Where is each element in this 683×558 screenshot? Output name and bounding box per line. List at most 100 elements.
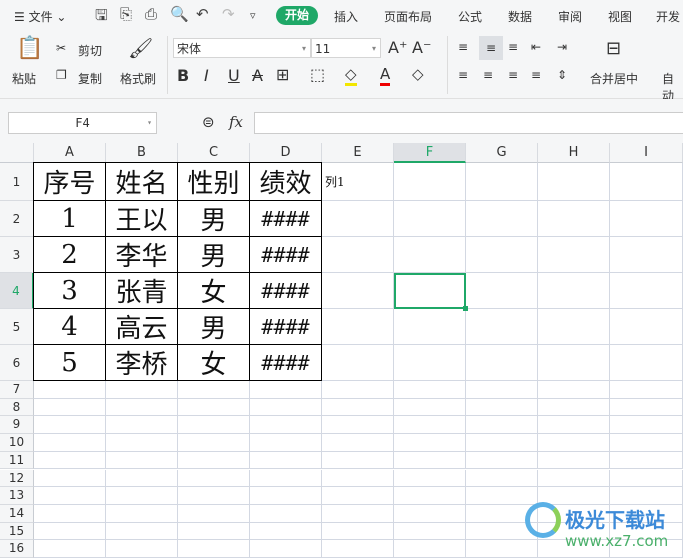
cell-G9[interactable] — [466, 416, 538, 435]
cell-D3[interactable]: #### — [249, 236, 322, 273]
cell-D2[interactable]: #### — [249, 200, 322, 237]
cell-C12[interactable] — [178, 469, 250, 488]
cell-D1[interactable]: 绩效 — [249, 162, 322, 201]
tab-developer[interactable]: 开发 — [656, 8, 680, 25]
align-middle-icon[interactable]: ≡ — [479, 36, 503, 60]
align-right-icon[interactable]: ≡ — [508, 68, 518, 82]
cell-B4[interactable]: 张青 — [105, 272, 178, 309]
justify-icon[interactable]: ≡ — [531, 68, 541, 82]
align-center-icon[interactable]: ≡ — [483, 68, 493, 82]
row-header-8[interactable]: 8 — [0, 398, 34, 417]
cell-E5[interactable] — [322, 309, 394, 345]
cell-I9[interactable] — [610, 416, 683, 435]
cell-H8[interactable] — [538, 398, 610, 417]
cell-I5[interactable] — [610, 309, 683, 345]
cell-C7[interactable] — [178, 381, 250, 399]
cell-I2[interactable] — [610, 201, 683, 237]
cell-H11[interactable] — [538, 451, 610, 470]
align-bottom-icon[interactable]: ≡ — [508, 40, 518, 54]
cell-B8[interactable] — [106, 398, 178, 417]
cell-I6[interactable] — [610, 345, 683, 381]
column-header-D[interactable]: D — [250, 143, 322, 163]
row-header-14[interactable]: 14 — [0, 504, 34, 523]
cell-A4[interactable]: 3 — [33, 272, 106, 309]
cell-I8[interactable] — [610, 398, 683, 417]
clear-icon[interactable]: ◇ — [412, 65, 424, 83]
cell-B9[interactable] — [106, 416, 178, 435]
cell-G1[interactable] — [466, 163, 538, 201]
tab-data[interactable]: 数据 — [508, 8, 532, 25]
cell-G4[interactable] — [466, 273, 538, 309]
cell-E12[interactable] — [322, 469, 394, 488]
increase-font-icon[interactable]: A⁺ — [388, 38, 407, 57]
cell-C15[interactable] — [178, 522, 250, 541]
cell-A11[interactable] — [34, 451, 106, 470]
row-header-7[interactable]: 7 — [0, 381, 34, 399]
font-select[interactable]: 宋体 ▾ — [173, 38, 311, 58]
export-icon[interactable]: ⎘ — [120, 5, 132, 23]
cell-E15[interactable] — [322, 522, 394, 541]
merge-icon[interactable]: ⊟ — [606, 38, 621, 59]
cell-H12[interactable] — [538, 469, 610, 488]
column-header-I[interactable]: I — [610, 143, 683, 163]
cell-F3[interactable] — [394, 237, 466, 273]
cell-I1[interactable] — [610, 163, 683, 201]
select-all-corner[interactable] — [0, 143, 34, 163]
cell-H4[interactable] — [538, 273, 610, 309]
cell-D7[interactable] — [250, 381, 322, 399]
cell-E14[interactable] — [322, 504, 394, 523]
more-icon[interactable]: ▿ — [250, 9, 256, 22]
cell-C2[interactable]: 男 — [177, 200, 250, 237]
name-box[interactable]: F4 ▾ — [8, 112, 157, 134]
cell-I10[interactable] — [610, 434, 683, 452]
cell-I12[interactable] — [610, 469, 683, 488]
cell-D14[interactable] — [250, 504, 322, 523]
zoom-icon[interactable]: ⊜ — [202, 113, 215, 131]
cell-E11[interactable] — [322, 451, 394, 470]
cell-D10[interactable] — [250, 434, 322, 452]
cell-B3[interactable]: 李华 — [105, 236, 178, 273]
row-header-11[interactable]: 11 — [0, 451, 34, 470]
cell-F6[interactable] — [394, 345, 466, 381]
cell-G8[interactable] — [466, 398, 538, 417]
cell-A6[interactable]: 5 — [33, 344, 106, 381]
column-header-G[interactable]: G — [466, 143, 538, 163]
paste-button[interactable]: 粘贴 — [12, 70, 36, 87]
border-icon[interactable]: ⊞ — [276, 65, 289, 84]
cell-F1[interactable] — [394, 163, 466, 201]
distribute-icon[interactable]: ⇕ — [557, 68, 567, 82]
row-header-3[interactable]: 3 — [0, 237, 34, 273]
cell-C16[interactable] — [178, 540, 250, 558]
cell-H1[interactable] — [538, 163, 610, 201]
cell-H6[interactable] — [538, 345, 610, 381]
cell-C11[interactable] — [178, 451, 250, 470]
strikethrough-icon[interactable]: A — [252, 66, 263, 85]
cell-F16[interactable] — [394, 540, 466, 558]
cell-A7[interactable] — [34, 381, 106, 399]
cell-B15[interactable] — [106, 522, 178, 541]
italic-icon[interactable]: I — [204, 66, 209, 85]
cell-H7[interactable] — [538, 381, 610, 399]
bold-icon[interactable]: B — [177, 66, 189, 85]
cell-G11[interactable] — [466, 451, 538, 470]
cell-E2[interactable] — [322, 201, 394, 237]
print-preview-icon[interactable]: 🔍 — [170, 5, 189, 23]
cell-F7[interactable] — [394, 381, 466, 399]
cell-A12[interactable] — [34, 469, 106, 488]
cell-D8[interactable] — [250, 398, 322, 417]
row-header-1[interactable]: 1 — [0, 163, 34, 201]
cell-B10[interactable] — [106, 434, 178, 452]
cell-A5[interactable]: 4 — [33, 308, 106, 345]
cell-E1[interactable]: 列1 — [322, 163, 394, 201]
cell-A8[interactable] — [34, 398, 106, 417]
cell-D6[interactable]: #### — [249, 344, 322, 381]
cell-B13[interactable] — [106, 487, 178, 505]
cut-icon[interactable]: ✂ — [56, 41, 66, 55]
cell-C3[interactable]: 男 — [177, 236, 250, 273]
cell-F15[interactable] — [394, 522, 466, 541]
row-header-4[interactable]: 4 — [0, 273, 34, 309]
increase-indent-icon[interactable]: ⇥ — [557, 40, 567, 54]
cell-G3[interactable] — [466, 237, 538, 273]
cell-G10[interactable] — [466, 434, 538, 452]
align-top-icon[interactable]: ≡ — [458, 40, 468, 54]
